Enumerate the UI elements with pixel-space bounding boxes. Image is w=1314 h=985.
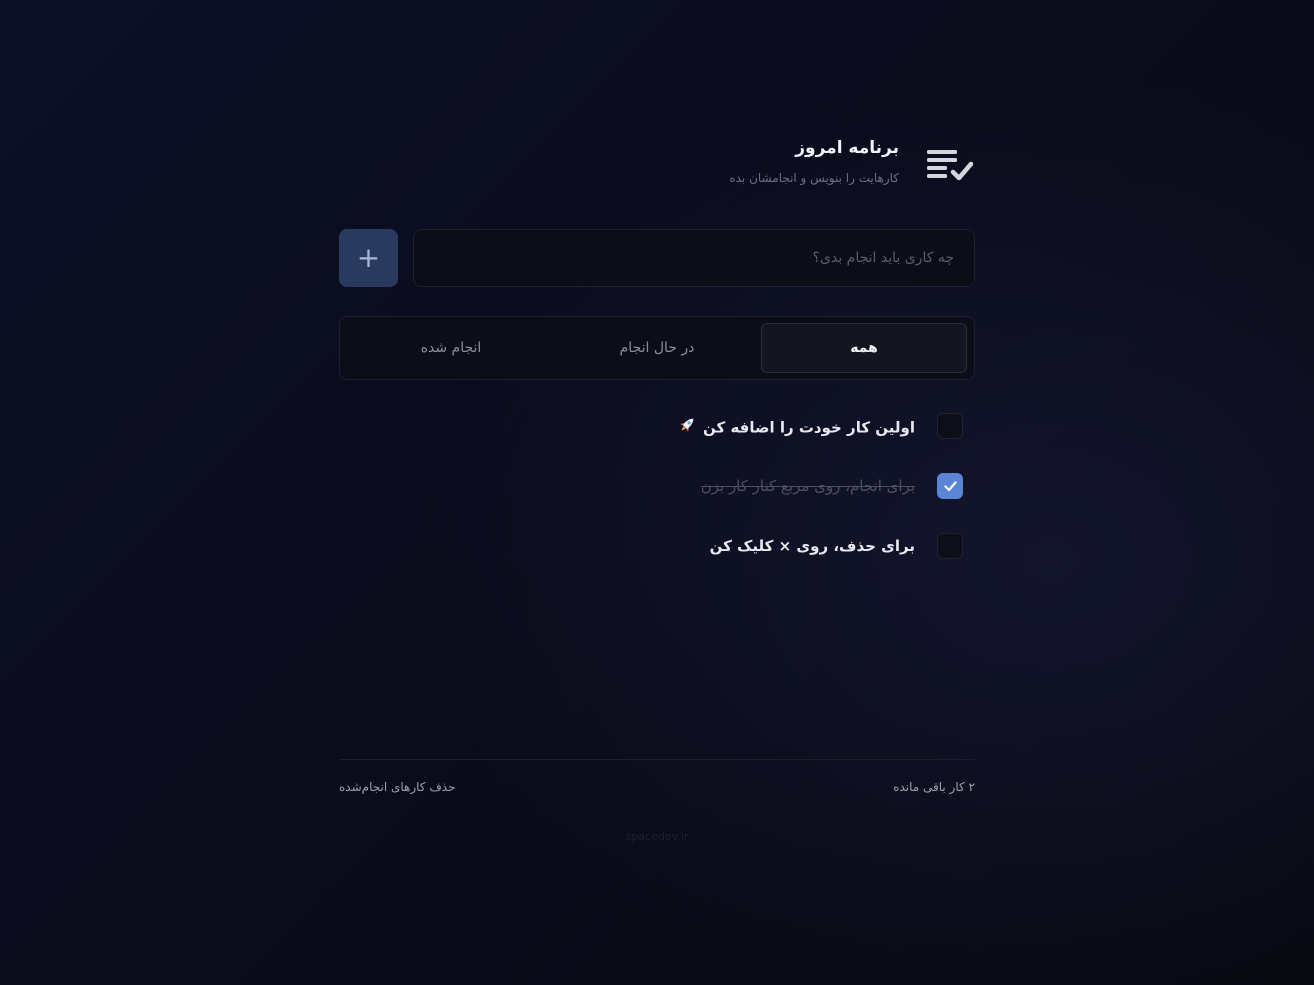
checklist-icon: [925, 146, 975, 184]
task-item: برای حذف، روی × کلیک کن: [339, 526, 975, 586]
page-title: برنامه امروز: [795, 138, 899, 158]
footer-divider: [339, 759, 975, 760]
task-text: برای حذف، روی × کلیک کن: [709, 537, 915, 555]
tab-all[interactable]: همه: [761, 323, 967, 373]
add-task-button[interactable]: +: [339, 229, 398, 287]
header-text: برنامه امروز کارهایت را بنویس و انجامشان…: [729, 136, 899, 186]
task-item: برای انجام، روی مربع کنار کار بزن: [339, 466, 975, 526]
filter-tabs: همه در حال انجام انجام شده: [339, 316, 975, 380]
todo-app: برنامه امروز کارهایت را بنویس و انجامشان…: [339, 130, 975, 843]
page-subtitle: کارهایت را بنویس و انجامشان بده: [729, 171, 899, 185]
footer: ۲ کار باقی مانده حذف کارهای انجام‌شده: [339, 780, 975, 800]
tab-done[interactable]: انجام شده: [348, 323, 554, 373]
check-icon: [944, 481, 957, 492]
task-list: اولین کار خودت را اضافه کن برای انجام، ر…: [339, 406, 975, 586]
clear-done-button[interactable]: حذف کارهای انجام‌شده: [339, 780, 455, 794]
credit-text: spacedev.ir: [625, 830, 689, 843]
task-label: اولین کار خودت را اضافه کن: [703, 418, 915, 437]
task-text-done: برای انجام، روی مربع کنار کار بزن: [700, 477, 915, 495]
new-task-input[interactable]: [413, 229, 975, 287]
task-item: اولین کار خودت را اضافه کن: [339, 406, 975, 466]
task-checkbox-checked[interactable]: [937, 473, 963, 499]
remaining-count: ۲ کار باقی مانده: [893, 780, 975, 794]
tab-in-progress[interactable]: در حال انجام: [554, 323, 760, 373]
task-checkbox[interactable]: [937, 533, 963, 559]
rocket-icon: [677, 415, 697, 441]
task-checkbox[interactable]: [937, 413, 963, 439]
plus-icon: +: [356, 241, 381, 274]
header: برنامه امروز کارهایت را بنویس و انجامشان…: [339, 130, 975, 200]
new-task-row: +: [339, 229, 975, 287]
task-text: اولین کار خودت را اضافه کن: [677, 415, 915, 441]
